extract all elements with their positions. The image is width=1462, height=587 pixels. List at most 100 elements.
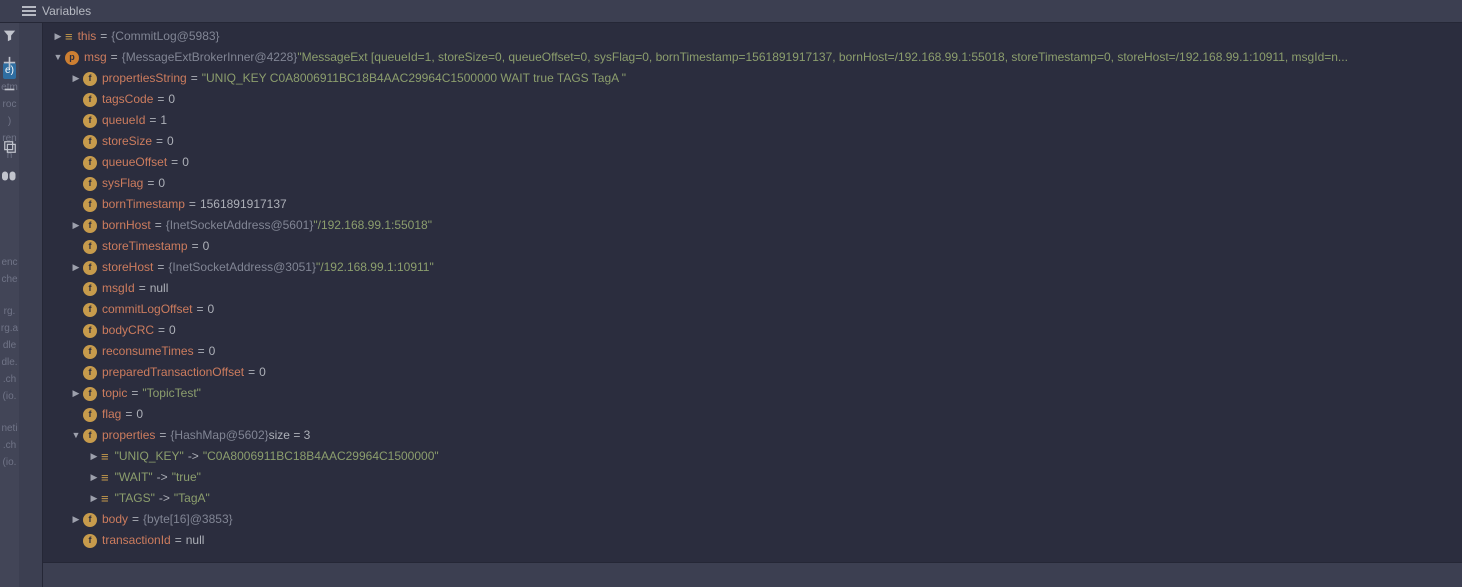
field-badge-icon: f (83, 303, 97, 317)
variable-row[interactable]: ▶fbornTimestamp = 1561891917137 (43, 194, 1462, 215)
variable-row[interactable]: ▶fqueueOffset = 0 (43, 152, 1462, 173)
chevron-right-icon[interactable]: ▶ (69, 257, 83, 278)
variable-name: commitLogOffset (102, 299, 192, 320)
chevron-down-icon[interactable]: ▼ (69, 425, 83, 446)
map-value: "true" (172, 467, 201, 488)
object-summary: {HashMap@5602} (170, 425, 268, 446)
chevron-right-icon[interactable]: ▶ (69, 383, 83, 404)
remove-watch-icon[interactable] (2, 82, 17, 97)
variable-row[interactable]: ▶ftransactionId = null (43, 530, 1462, 551)
variable-name: storeSize (102, 131, 152, 152)
numeric-value: 0 (158, 173, 165, 194)
field-badge-icon: f (83, 513, 97, 527)
variable-name: body (102, 509, 128, 530)
no-arrow: ▶ (69, 194, 83, 215)
field-badge-icon: f (83, 156, 97, 170)
field-badge-icon: f (83, 219, 97, 233)
numeric-value: 0 (203, 236, 210, 257)
entry-badge-icon: ≡ (101, 450, 109, 464)
self-badge-icon: ≡ (65, 30, 73, 44)
variable-row[interactable]: ▶fpropertiesString = "UNIQ_KEY C0A800691… (43, 68, 1462, 89)
variable-row[interactable]: ▶≡"TAGS" -> "TagA" (43, 488, 1462, 509)
variable-name: storeTimestamp (102, 236, 188, 257)
variable-name: msgId (102, 278, 135, 299)
field-badge-icon: f (83, 261, 97, 275)
no-arrow: ▶ (69, 320, 83, 341)
entry-badge-icon: ≡ (101, 492, 109, 506)
null-value: null (186, 530, 205, 551)
variable-row[interactable]: ▶fbody = {byte[16]@3853} (43, 509, 1462, 530)
variable-name: properties (102, 425, 155, 446)
panel-title: Variables (42, 4, 91, 18)
param-badge-icon: p (65, 51, 79, 65)
chevron-right-icon[interactable]: ▶ (87, 446, 101, 467)
variable-row[interactable]: ▶fbornHost = {InetSocketAddress@5601} "/… (43, 215, 1462, 236)
variable-row[interactable]: ▶ftagsCode = 0 (43, 89, 1462, 110)
variable-row[interactable]: ▶fcommitLogOffset = 0 (43, 299, 1462, 320)
panel-header: Variables (0, 0, 1462, 23)
map-value: "C0A8006911BC18B4AAC29964C1500000" (203, 446, 439, 467)
variables-icon (22, 6, 36, 16)
variable-row[interactable]: ▶fflag = 0 (43, 404, 1462, 425)
string-value: "/192.168.99.1:10911" (316, 257, 434, 278)
numeric-value: 0 (136, 404, 143, 425)
variable-row[interactable]: ▶≡this = {CommitLog@5983} (43, 26, 1462, 47)
field-badge-icon: f (83, 135, 97, 149)
variable-row[interactable]: ▶fstoreSize = 0 (43, 131, 1462, 152)
variable-row[interactable]: ▶fbodyCRC = 0 (43, 320, 1462, 341)
variable-name: storeHost (102, 257, 153, 278)
variable-name: propertiesString (102, 68, 187, 89)
no-arrow: ▶ (69, 236, 83, 257)
field-badge-icon: f (83, 114, 97, 128)
chevron-right-icon[interactable]: ▶ (69, 215, 83, 236)
variable-name: topic (102, 383, 127, 404)
field-badge-icon: f (83, 240, 97, 254)
numeric-value: 0 (209, 341, 216, 362)
chevron-right-icon[interactable]: ▶ (69, 509, 83, 530)
chevron-right-icon[interactable]: ▶ (69, 68, 83, 89)
numeric-value: 0 (182, 152, 189, 173)
add-watch-icon[interactable] (2, 55, 17, 70)
variable-name: sysFlag (102, 173, 143, 194)
no-arrow: ▶ (69, 299, 83, 320)
variable-row[interactable]: ▶freconsumeTimes = 0 (43, 341, 1462, 362)
copy-icon[interactable] (2, 139, 17, 154)
variable-name: reconsumeTimes (102, 341, 194, 362)
no-arrow: ▶ (69, 89, 83, 110)
filter-icon[interactable] (2, 28, 17, 43)
null-value: null (150, 278, 169, 299)
field-badge-icon: f (83, 324, 97, 338)
variable-row[interactable]: ▶fstoreTimestamp = 0 (43, 236, 1462, 257)
variable-row[interactable]: ▶fstoreHost = {InetSocketAddress@3051} "… (43, 257, 1462, 278)
variable-row[interactable]: ▶fpreparedTransactionOffset = 0 (43, 362, 1462, 383)
numeric-value: 0 (169, 320, 176, 341)
map-key: "UNIQ_KEY" (115, 446, 184, 467)
variable-name: tagsCode (102, 89, 153, 110)
field-badge-icon: f (83, 72, 97, 86)
variable-row[interactable]: ▼fproperties = {HashMap@5602} size = 3 (43, 425, 1462, 446)
bottom-spacer (43, 562, 1462, 587)
variable-name: msg (84, 47, 107, 68)
variable-row[interactable]: ▶fmsgId = null (43, 278, 1462, 299)
inline-icon[interactable] (2, 168, 17, 183)
variable-name: bodyCRC (102, 320, 154, 341)
numeric-value: 0 (259, 362, 266, 383)
variable-row[interactable]: ▶≡"UNIQ_KEY" -> "C0A8006911BC18B4AAC2996… (43, 446, 1462, 467)
variable-name: bornHost (102, 215, 151, 236)
chevron-down-icon[interactable]: ▼ (51, 47, 65, 68)
variable-row[interactable]: ▶fsysFlag = 0 (43, 173, 1462, 194)
chevron-right-icon[interactable]: ▶ (51, 26, 65, 47)
no-arrow: ▶ (69, 278, 83, 299)
variable-row[interactable]: ▼pmsg = {MessageExtBrokerInner@4228} "Me… (43, 47, 1462, 68)
string-value: "/192.168.99.1:55018" (313, 215, 432, 236)
chevron-right-icon[interactable]: ▶ (87, 488, 101, 509)
field-badge-icon: f (83, 387, 97, 401)
chevron-right-icon[interactable]: ▶ (87, 467, 101, 488)
variable-row[interactable]: ▶fqueueId = 1 (43, 110, 1462, 131)
variable-row[interactable]: ▶≡"WAIT" -> "true" (43, 467, 1462, 488)
variable-name: preparedTransactionOffset (102, 362, 244, 383)
variable-row[interactable]: ▶ftopic = "TopicTest" (43, 383, 1462, 404)
field-badge-icon: f (83, 177, 97, 191)
variables-tree[interactable]: ▶≡this = {CommitLog@5983}▼pmsg = {Messag… (43, 23, 1462, 587)
map-key: "TAGS" (115, 488, 155, 509)
